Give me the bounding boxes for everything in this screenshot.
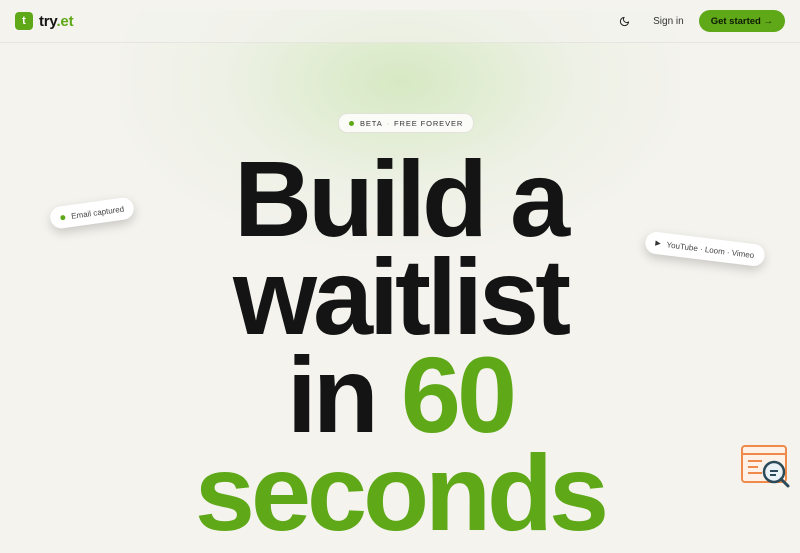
top-navbar: t try.et Sign in Get started → [0,0,800,43]
headline-line-2: waitlist [232,236,571,357]
brand-name-suffix: .et [56,12,74,30]
badge-label-free: FREE FOREVER [394,118,464,128]
video-sources-label: YouTube · Loom · Vimeo [666,239,755,260]
status-dot [349,120,354,126]
green-dot-icon [59,214,66,220]
search-widget-icon[interactable] [740,444,792,490]
nav-actions: Sign in Get started → [613,10,785,32]
theme-toggle-button[interactable] [613,10,635,32]
beta-badge: BETA · FREE FOREVER [338,113,475,133]
email-captured-label: Email captured [70,204,125,221]
badge-label-beta: BETA [360,118,383,128]
moon-icon [619,16,629,26]
browser-search-icon [741,445,790,488]
headline-line-4: seconds [194,432,609,553]
logo-mark-icon: t [15,12,33,30]
headline-line-3: in 60 [0,341,800,449]
badge-separator: · [386,118,391,128]
brand-logo[interactable]: t try.et [15,12,74,30]
brand-name-main: try [39,12,57,30]
sign-in-link[interactable]: Sign in [653,16,684,27]
get-started-button[interactable]: Get started → [698,10,785,32]
play-icon: ▶ [654,239,662,248]
brand-name: try.et [39,12,74,30]
